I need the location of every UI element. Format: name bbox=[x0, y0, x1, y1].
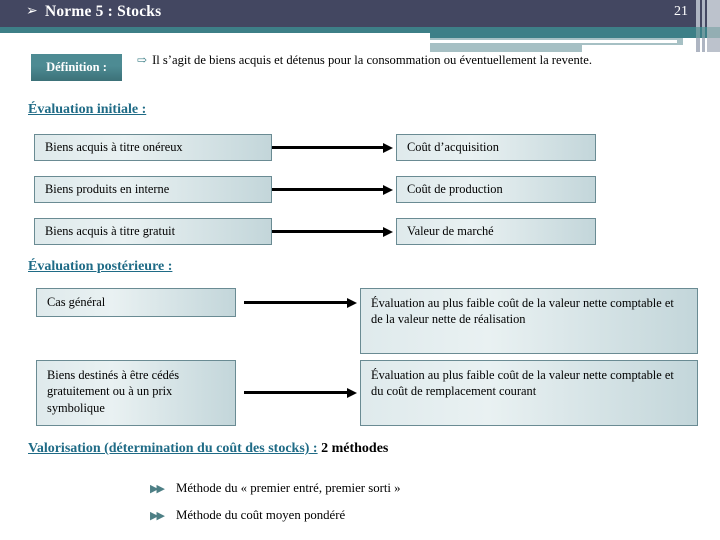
arrow-connector-3 bbox=[272, 230, 384, 233]
double-triangle-bullet-icon: ▶▶ bbox=[150, 483, 165, 495]
decor-band-pale-low bbox=[430, 45, 582, 52]
methods-list: ▶▶ Méthode du « premier entré, premier s… bbox=[150, 481, 670, 535]
decor-vstripe-teal-1 bbox=[696, 27, 700, 38]
valorisation-heading: Valorisation (détermination du coût des … bbox=[28, 441, 388, 457]
box-cout-production: Coût de production bbox=[396, 176, 596, 203]
box-valeur-marche: Valeur de marché bbox=[396, 218, 596, 245]
arrow-connector-5 bbox=[244, 391, 348, 394]
page-title: ➢ Norme 5 : Stocks bbox=[26, 3, 161, 21]
arrow-connector-1 bbox=[272, 146, 384, 149]
list-item: ▶▶ Méthode du « premier entré, premier s… bbox=[150, 481, 670, 496]
title-arrow-icon: ➢ bbox=[26, 4, 38, 19]
decor-band-white-left bbox=[0, 33, 430, 38]
decor-vstripe-teal-2 bbox=[702, 27, 705, 38]
box-cout-acquisition: Coût d’acquisition bbox=[396, 134, 596, 161]
box-evaluation-vnc-vnr: Évaluation au plus faible coût de la val… bbox=[360, 288, 698, 354]
box-biens-produits-interne: Biens produits en interne bbox=[34, 176, 272, 203]
page-title-text: Norme 5 : Stocks bbox=[44, 3, 162, 20]
decor-vstripe-1 bbox=[696, 0, 700, 52]
decor-vstripe-2 bbox=[702, 0, 705, 52]
method-label: Méthode du « premier entré, premier sort… bbox=[176, 481, 401, 495]
decor-vstripe-3 bbox=[707, 0, 720, 52]
arrow-connector-4 bbox=[244, 301, 348, 304]
slide-canvas: ➢ Norme 5 : Stocks 21 Définition : ⇨ Il s’… bbox=[0, 0, 720, 540]
section-heading-evaluation-initiale: Évaluation initiale : bbox=[28, 102, 147, 117]
arrow-connector-2 bbox=[272, 188, 384, 191]
box-biens-acquis-gratuit: Biens acquis à titre gratuit bbox=[34, 218, 272, 245]
box-biens-cedes-gratuitement: Biens destinés à être cédés gratuitement… bbox=[36, 360, 236, 426]
decor-vstripe-teal-3 bbox=[707, 27, 720, 38]
valorisation-tail-text: 2 méthodes bbox=[321, 441, 389, 456]
double-triangle-bullet-icon: ▶▶ bbox=[150, 510, 165, 522]
decor-band-white-right bbox=[430, 40, 677, 43]
list-item: ▶▶ Méthode du coût moyen pondéré bbox=[150, 508, 670, 523]
box-cas-general: Cas général bbox=[36, 288, 236, 317]
definition-body: Il s’agit de biens acquis et détenus pou… bbox=[152, 53, 593, 67]
section-heading-evaluation-posterieure: Évaluation postérieure : bbox=[28, 259, 173, 274]
slide-number: 21 bbox=[674, 4, 688, 19]
box-evaluation-vnc-remplacement: Évaluation au plus faible coût de la val… bbox=[360, 360, 698, 426]
method-label: Méthode du coût moyen pondéré bbox=[176, 508, 346, 522]
definition-badge: Définition : bbox=[31, 54, 122, 81]
definition-text: ⇨ Il s’agit de biens acquis et détenus po… bbox=[137, 53, 720, 68]
box-biens-acquis-onereux: Biens acquis à titre onéreux bbox=[34, 134, 272, 161]
definition-arrow-icon: ⇨ bbox=[137, 53, 148, 67]
valorisation-link-text: Valorisation (détermination du coût des … bbox=[28, 441, 318, 456]
